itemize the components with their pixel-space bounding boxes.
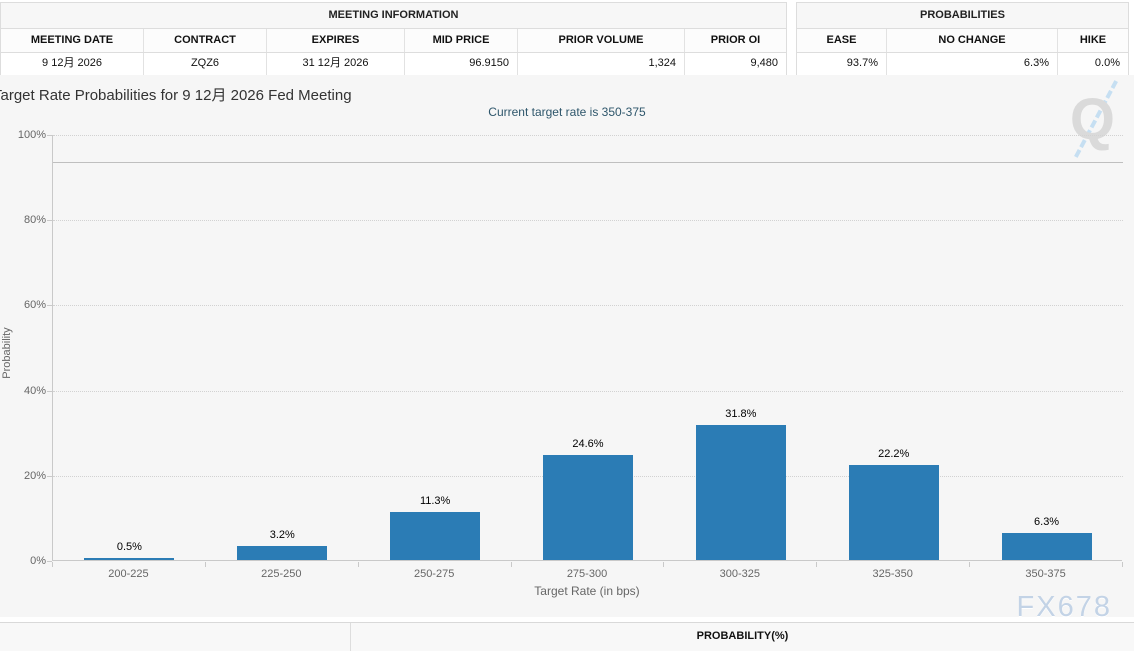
x-tick	[358, 562, 359, 567]
col-contract: CONTRACT	[144, 29, 267, 52]
meeting-information-table: MEETING INFORMATION MEETING DATE CONTRAC…	[0, 2, 787, 76]
x-tick	[52, 562, 53, 567]
chart-title: Target Rate Probabilities for 9 12月 2026…	[0, 84, 352, 105]
y-tick	[47, 305, 52, 306]
bar-200-225[interactable]	[84, 558, 174, 560]
footer-bar: PROBABILITY(%)	[0, 622, 1134, 651]
gridline-100%	[53, 135, 1123, 136]
y-tick	[47, 476, 52, 477]
x-category-label-275-300: 275-300	[527, 568, 647, 580]
footer-spacer-cell	[0, 623, 351, 651]
y-tick	[47, 220, 52, 221]
x-category-label-250-275: 250-275	[374, 568, 494, 580]
chart-subtitle: Current target rate is 350-375	[0, 105, 1134, 119]
contract-value: ZQZ6	[144, 53, 267, 75]
meeting-date-value: 9 12月 2026	[1, 53, 144, 75]
probabilities-header-row: EASE NO CHANGE HIKE	[797, 29, 1128, 53]
bar-275-300[interactable]	[543, 455, 633, 560]
y-tick-label-60%: 60%	[6, 299, 46, 311]
plot-area: Q 0.5%3.2%11.3%24.6%31.8%22.2%6.3%	[52, 135, 1122, 561]
y-tick-label-100%: 100%	[6, 129, 46, 141]
meeting-information-title: MEETING INFORMATION	[1, 3, 786, 29]
x-tick	[1122, 562, 1123, 567]
fx678-watermark: FX678	[1017, 591, 1112, 624]
gridline-60%	[53, 305, 1123, 306]
col-ease: EASE	[797, 29, 887, 52]
bar-value-label-250-275: 11.3%	[390, 495, 480, 507]
probabilities-table: PROBABILITIES EASE NO CHANGE HIKE 93.7% …	[796, 2, 1129, 76]
mid-price-value: 96.9150	[405, 53, 518, 75]
x-tick	[205, 562, 206, 567]
bar-value-label-200-225: 0.5%	[84, 541, 174, 553]
prior-volume-value: 1,324	[518, 53, 685, 75]
x-category-label-325-350: 325-350	[833, 568, 953, 580]
bar-250-275[interactable]	[390, 512, 480, 560]
meeting-information-value-row: 9 12月 2026 ZQZ6 31 12月 2026 96.9150 1,32…	[1, 53, 786, 75]
x-category-label-200-225: 200-225	[68, 568, 188, 580]
meeting-information-header-row: MEETING DATE CONTRACT EXPIRES MID PRICE …	[1, 29, 786, 53]
x-tick	[663, 562, 664, 567]
bar-value-label-225-250: 3.2%	[237, 529, 327, 541]
footer-probability-header: PROBABILITY(%)	[351, 623, 1134, 651]
x-axis-title: Target Rate (in bps)	[52, 584, 1122, 598]
bar-225-250[interactable]	[237, 546, 327, 560]
y-tick-label-20%: 20%	[6, 470, 46, 482]
target-rate-probability-chart: Target Rate Probabilities for 9 12月 2026…	[0, 75, 1134, 617]
probabilities-title: PROBABILITIES	[797, 3, 1128, 29]
hike-value: 0.0%	[1058, 53, 1128, 75]
gridline-40%	[53, 391, 1123, 392]
x-tick	[816, 562, 817, 567]
col-meeting-date: MEETING DATE	[1, 29, 144, 52]
bar-325-350[interactable]	[849, 465, 939, 560]
bar-350-375[interactable]	[1002, 533, 1092, 560]
y-tick	[47, 135, 52, 136]
gridline-80%	[53, 220, 1123, 221]
quikstrike-q-watermark: Q	[1049, 83, 1121, 157]
x-category-label-350-375: 350-375	[986, 568, 1106, 580]
x-tick	[969, 562, 970, 567]
y-tick-label-80%: 80%	[6, 214, 46, 226]
y-tick-label-40%: 40%	[6, 385, 46, 397]
top-tables: MEETING INFORMATION MEETING DATE CONTRAC…	[0, 0, 1134, 75]
y-tick	[47, 391, 52, 392]
x-tick	[511, 562, 512, 567]
bar-value-label-275-300: 24.6%	[543, 438, 633, 450]
col-mid-price: MID PRICE	[405, 29, 518, 52]
col-prior-volume: PRIOR VOLUME	[518, 29, 685, 52]
y-tick-label-0%: 0%	[6, 555, 46, 567]
bar-value-label-350-375: 6.3%	[1002, 516, 1092, 528]
prior-oi-value: 9,480	[685, 53, 786, 75]
x-category-label-225-250: 225-250	[221, 568, 341, 580]
x-category-label-300-325: 300-325	[680, 568, 800, 580]
bar-value-label-300-325: 31.8%	[696, 408, 786, 420]
col-prior-oi: PRIOR OI	[685, 29, 786, 52]
no-change-value: 6.3%	[887, 53, 1058, 75]
col-no-change: NO CHANGE	[887, 29, 1058, 52]
bar-300-325[interactable]	[696, 425, 786, 560]
probabilities-value-row: 93.7% 6.3% 0.0%	[797, 53, 1128, 75]
col-expires: EXPIRES	[267, 29, 405, 52]
expires-value: 31 12月 2026	[267, 53, 405, 75]
ease-value: 93.7%	[797, 53, 887, 75]
col-hike: HIKE	[1058, 29, 1128, 52]
bar-value-label-325-350: 22.2%	[849, 448, 939, 460]
reference-line-93.7	[53, 162, 1123, 163]
